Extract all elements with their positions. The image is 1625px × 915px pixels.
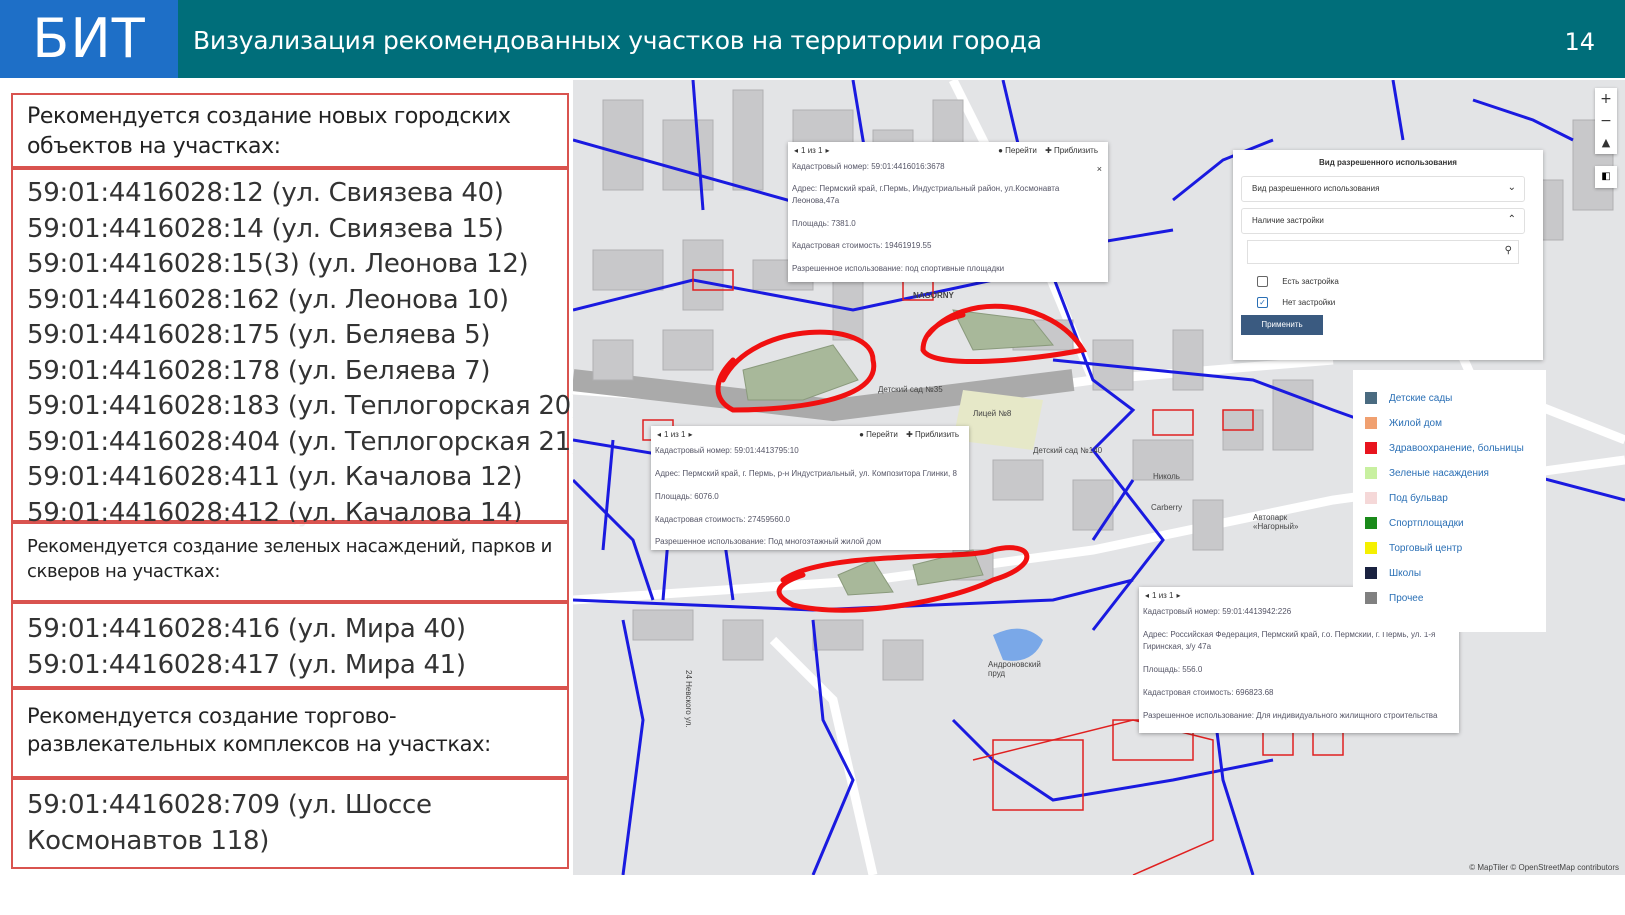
popup-cost: Кадастровая стоимость: 696823.68 — [1143, 688, 1274, 697]
legend-swatch — [1365, 567, 1377, 579]
page-title: Визуализация рекомендованных участков на… — [193, 26, 1042, 55]
checkbox-no-building[interactable]: ✓ Нет застройки — [1257, 297, 1335, 308]
checkbox-has-building[interactable]: Есть застройка — [1257, 276, 1339, 287]
green-heading-box: Рекомендуется создание зеленых насаждени… — [11, 522, 569, 602]
new-objects-heading-box: Рекомендуется создание новых городских о… — [11, 93, 569, 168]
map-view[interactable]: NAGORNY Детский сад №35 Лицей №8 Детский… — [573, 80, 1625, 875]
checkmark-icon: ✓ — [1257, 297, 1268, 308]
popup-area: Площадь: 6076.0 — [655, 492, 719, 501]
list-item: 59:01:4416028:709 (ул. Шоссе — [27, 790, 432, 820]
legend-swatch — [1365, 492, 1377, 504]
map-label-nagorny: NAGORNY — [913, 291, 954, 300]
filter-title: Вид разрешенного использования — [1319, 158, 1457, 167]
list-item: 59:01:4416028:411 (ул. Качалова 12) — [27, 462, 523, 492]
legend-swatch — [1365, 392, 1377, 404]
list-item: 59:01:4416028:416 (ул. Мира 40) — [27, 614, 466, 644]
map-label-autopark: Автопарк «Нагорный» — [1253, 513, 1299, 531]
popup-actions: ● Перейти ✚ Приблизить — [859, 430, 959, 439]
map-attribution: © MapTiler © OpenStreetMap contributors — [1469, 863, 1619, 872]
list-item: 59:01:4416028:183 (ул. Теплогорская 20) — [27, 391, 581, 421]
legend-swatch — [1365, 467, 1377, 479]
popup-address-line2: Леонова,47а — [792, 196, 840, 205]
popup-zoom-link[interactable]: ✚ Приблизить — [906, 430, 959, 439]
map-label-nikol: Николь — [1153, 472, 1180, 481]
map-label-kindergarten140: Детский сад №140 — [1033, 446, 1103, 455]
popup-go-link[interactable]: ● Перейти — [859, 430, 898, 439]
retail-list: 59:01:4416028:709 (ул. Шоссе Космонавтов… — [11, 778, 569, 869]
map-label-andronov: Андроновский пруд — [988, 660, 1041, 678]
popup-actions: ● Перейти ✚ Приблизить — [998, 146, 1098, 155]
map-label-carberry: Carberry — [1151, 503, 1183, 512]
chevron-down-icon: ⌄ — [1507, 182, 1516, 193]
search-input[interactable]: ⚲ — [1247, 240, 1519, 264]
slide-header: БИТ Визуализация рекомендованных участко… — [0, 0, 1625, 78]
layers-icon[interactable]: ◧ — [1595, 166, 1617, 188]
legend-swatch — [1365, 517, 1377, 529]
green-list: 59:01:4416028:416 (ул. Мира 40) 59:01:44… — [11, 602, 569, 688]
popup-area: Площадь: 556.0 — [1143, 665, 1203, 674]
map-label-kindergarten35: Детский сад №35 — [878, 385, 943, 394]
popup-cadastral: Кадастровый номер: 59:01:4413942:226 — [1143, 607, 1292, 616]
chevron-up-icon: ⌃ — [1507, 214, 1516, 225]
popup-cost: Кадастровая стоимость: 27459560.0 — [655, 515, 790, 524]
map-label-lyceum: Лицей №8 — [973, 409, 1012, 418]
close-icon[interactable]: × — [1097, 164, 1102, 174]
list-item: Космонавтов 118) — [27, 825, 270, 856]
checkbox-icon — [1257, 276, 1268, 287]
green-items: 59:01:4416028:416 (ул. Мира 40) 59:01:44… — [27, 612, 466, 683]
popup-pager[interactable]: ◂ 1 из 1 ▸ — [794, 146, 830, 155]
popup-address-line2: Гиринская, з/у 47а — [1143, 642, 1212, 651]
map-label-street: 24 Невского ул. — [684, 670, 693, 728]
logo: БИТ — [0, 0, 178, 78]
building-select[interactable]: Наличие застройки ⌃ — [1241, 208, 1525, 234]
pond — [993, 628, 1043, 661]
zoom-out-button[interactable]: − — [1595, 110, 1617, 132]
map-legend: Детские сады Жилой дом Здравоохранение, … — [1353, 370, 1546, 632]
retail-heading: Рекомендуется создание торгово-развлекат… — [27, 704, 491, 756]
list-item: 59:01:4416028:175 (ул. Беляева 5) — [27, 320, 491, 350]
list-item: 59:01:4416028:417 (ул. Мира 41) — [27, 649, 466, 680]
list-item: 59:01:4416028:12 (ул. Свиязева 40) — [27, 178, 504, 208]
popup-cost: Кадастровая стоимость: 19461919.55 — [792, 241, 932, 250]
popup-cadastral: Кадастровый номер: 59:01:4416016:3678 — [792, 162, 945, 171]
popup-usage: Разрешенное использование: Для индивидуа… — [1143, 711, 1438, 720]
popup-pager[interactable]: ◂ 1 из 1 ▸ — [657, 430, 693, 439]
popup-cadastral: Кадастровый номер: 59:01:4413795:10 — [655, 446, 799, 455]
usage-select[interactable]: Вид разрешенного использования ⌄ — [1241, 176, 1525, 202]
apply-button[interactable]: Применить — [1241, 315, 1323, 335]
list-item: 59:01:4416028:178 (ул. Беляева 7) — [27, 355, 491, 386]
list-item: 59:01:4416028:162 (ул. Леонова 10) — [27, 284, 509, 315]
popup-go-link[interactable]: ● Перейти — [998, 146, 1037, 155]
legend-swatch — [1365, 417, 1377, 429]
popup-usage: Разрешенное использование: Под многоэтаж… — [655, 537, 882, 546]
search-icon: ⚲ — [1504, 245, 1512, 256]
page-number: 14 — [1564, 28, 1595, 56]
popup-parcel-1: ◂ 1 из 1 ▸ ● Перейти ✚ Приблизить × Кадаст… — [788, 142, 1108, 282]
legend-swatch — [1365, 542, 1377, 554]
popup-address-line1: Адрес: Пермский край, г.Пермь, Индустриа… — [792, 184, 1060, 193]
zoom-in-button[interactable]: + — [1595, 88, 1617, 110]
new-objects-items: 59:01:4416028:12 (ул. Свиязева 40) 59:01… — [27, 176, 581, 531]
filter-panel: Вид разрешенного использования Вид разре… — [1233, 150, 1543, 360]
retail-heading-box: Рекомендуется создание торгово-развлекат… — [11, 688, 569, 778]
popup-pager[interactable]: ◂ 1 из 1 ▸ — [1145, 591, 1181, 600]
list-item: 59:01:4416028:14 (ул. Свиязева 15) — [27, 213, 504, 244]
retail-items: 59:01:4416028:709 (ул. Шоссе Космонавтов… — [27, 788, 432, 859]
zoom-controls: + − ▲ — [1595, 88, 1617, 154]
list-item: 59:01:4416028:404 (ул. Теплогорская 21) — [27, 426, 581, 457]
green-heading: Рекомендуется создание зеленых насаждени… — [27, 536, 552, 582]
compass-icon[interactable]: ▲ — [1595, 132, 1617, 154]
legend-swatch — [1365, 592, 1377, 604]
popup-area: Площадь: 7381.0 — [792, 219, 856, 228]
popup-usage: Разрешенное использование: под спортивны… — [792, 264, 1005, 273]
new-objects-list: 59:01:4416028:12 (ул. Свиязева 40) 59:01… — [11, 168, 581, 528]
popup-parcel-2: ◂ 1 из 1 ▸ ● Перейти ✚ Приблизить Кадастро… — [651, 426, 969, 550]
list-item: 59:01:4416028:15(3) (ул. Леонова 12) — [27, 249, 529, 279]
popup-zoom-link[interactable]: ✚ Приблизить — [1045, 146, 1098, 155]
new-objects-heading: Рекомендуется создание новых городских о… — [27, 104, 511, 159]
legend-swatch — [1365, 442, 1377, 454]
popup-address-line1: Адрес: Пермский край, г. Пермь, р-н Инду… — [655, 469, 957, 478]
